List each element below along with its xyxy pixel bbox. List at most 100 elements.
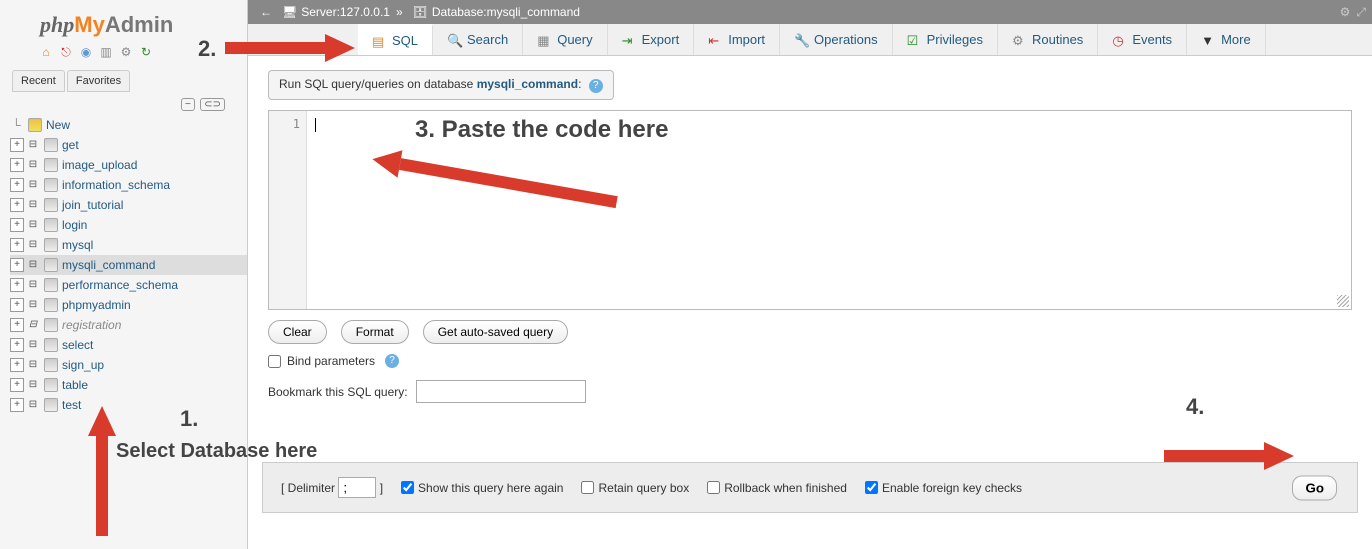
expand-icon[interactable]: ⊟: [26, 218, 40, 232]
db-item-join_tutorial[interactable]: +⊟ join_tutorial: [10, 195, 247, 215]
db-item-login[interactable]: +⊟login: [10, 215, 247, 235]
format-button[interactable]: Format: [341, 320, 409, 344]
expand-icon[interactable]: ⊟: [26, 298, 40, 312]
settings-icon[interactable]: ⚙: [118, 44, 134, 60]
collapse-icon[interactable]: −: [181, 98, 195, 111]
expand-icon[interactable]: +: [10, 238, 24, 252]
expand-icon[interactable]: +: [10, 138, 24, 152]
tab-operations[interactable]: 🔧Operations: [780, 24, 893, 55]
tab-sql[interactable]: ▤SQL: [358, 24, 433, 55]
db-icon: [44, 338, 58, 352]
home-icon[interactable]: ⌂: [38, 44, 54, 60]
go-button[interactable]: Go: [1292, 475, 1337, 500]
link-icon[interactable]: ⊂⊃: [200, 98, 225, 111]
db-item-mysqli_command[interactable]: +⊟mysqli_command: [10, 255, 247, 275]
show-again-checkbox[interactable]: [401, 481, 414, 494]
db-icon: [44, 158, 58, 172]
logout-icon[interactable]: ⎋: [58, 44, 74, 60]
bookmark-input[interactable]: [416, 380, 586, 403]
db-item-table[interactable]: +⊟table: [10, 375, 247, 395]
expand-icon[interactable]: ⊟: [26, 398, 40, 412]
expand-icon[interactable]: +: [10, 398, 24, 412]
db-item-select[interactable]: +⊟select: [10, 335, 247, 355]
tab-query[interactable]: ▦Query: [523, 24, 607, 55]
main: ← 🖥 Server: 127.0.0.1 » 🗄 Database: mysq…: [248, 0, 1372, 549]
tab-events[interactable]: ◷Events: [1098, 24, 1187, 55]
favorites-tab[interactable]: Favorites: [67, 70, 130, 92]
expand-icon[interactable]: ⊟: [26, 238, 40, 252]
bind-checkbox[interactable]: [268, 355, 281, 368]
clear-button[interactable]: Clear: [268, 320, 327, 344]
expand-icon[interactable]: +: [10, 338, 24, 352]
expand-icon[interactable]: +: [10, 158, 24, 172]
tab-privileges[interactable]: ☑Privileges: [893, 24, 998, 55]
db-icon: [44, 218, 58, 232]
line-gutter: 1: [269, 111, 307, 309]
recent-tab[interactable]: Recent: [12, 70, 65, 92]
db-item-get[interactable]: +⊟get: [10, 135, 247, 155]
expand-icon[interactable]: +: [10, 318, 24, 332]
tab-export[interactable]: ⇥Export: [608, 24, 695, 55]
tab-routines[interactable]: ⚙Routines: [998, 24, 1098, 55]
server-name[interactable]: 127.0.0.1: [340, 5, 390, 19]
help-icon[interactable]: ?: [589, 79, 603, 93]
expand-icon[interactable]: +: [10, 278, 24, 292]
runbox-db: mysqli_command: [477, 77, 578, 91]
expand-icon[interactable]: ⊟: [26, 198, 40, 212]
expand-icon[interactable]: +: [10, 178, 24, 192]
db-icon: [44, 358, 58, 372]
db-item-registration[interactable]: +⊟registration: [10, 315, 247, 335]
rollback-option[interactable]: Rollback when finished: [707, 481, 847, 495]
db-item-information_schema[interactable]: +⊟information_schema: [10, 175, 247, 195]
back-button[interactable]: ←: [254, 5, 278, 19]
sql-textarea[interactable]: [307, 111, 1351, 309]
delimiter-input[interactable]: [338, 477, 376, 498]
expand-icon[interactable]: ⊟: [26, 318, 40, 332]
expand-icon[interactable]: ⊟: [26, 278, 40, 292]
expand-icon[interactable]: ⊟: [26, 158, 40, 172]
content: Run SQL query/queries on database mysqli…: [248, 56, 1372, 417]
expand-icon[interactable]: ⊟: [26, 358, 40, 372]
db-item-mysql[interactable]: +⊟mysql: [10, 235, 247, 255]
fk-checkbox[interactable]: [865, 481, 878, 494]
sql-editor[interactable]: 1: [268, 110, 1352, 310]
reload-icon[interactable]: ↻: [138, 44, 154, 60]
expand-icon[interactable]: +: [10, 218, 24, 232]
expand-icon[interactable]: ⊟: [26, 178, 40, 192]
db-label: join_tutorial: [62, 196, 123, 214]
fk-option[interactable]: Enable foreign key checks: [865, 481, 1022, 495]
db-item-test[interactable]: +⊟test: [10, 395, 247, 415]
db-item-performance_schema[interactable]: +⊟performance_schema: [10, 275, 247, 295]
expand-icon[interactable]: ⊟: [26, 338, 40, 352]
docs-icon[interactable]: ◉: [78, 44, 94, 60]
retain-checkbox[interactable]: [581, 481, 594, 494]
show-again-option[interactable]: Show this query here again: [401, 481, 563, 495]
expand-icon[interactable]: +: [10, 198, 24, 212]
tab-import[interactable]: ⇤Import: [694, 24, 780, 55]
expand-icon[interactable]: +: [10, 298, 24, 312]
expand-icon[interactable]: ⊟: [26, 138, 40, 152]
tab-more[interactable]: ▼More: [1187, 24, 1266, 55]
tab-search[interactable]: 🔍Search: [433, 24, 523, 55]
rollback-checkbox[interactable]: [707, 481, 720, 494]
expand-icon[interactable]: +: [10, 358, 24, 372]
resize-handle[interactable]: [1337, 295, 1349, 307]
expand-icon[interactable]: +: [10, 258, 24, 272]
db-item-phpmyadmin[interactable]: +⊟phpmyadmin: [10, 295, 247, 315]
privileges-icon: ☑: [907, 33, 921, 47]
bind-label: Bind parameters: [287, 354, 375, 368]
autosave-button[interactable]: Get auto-saved query: [423, 320, 568, 344]
runbox-prefix: Run SQL query/queries on database: [279, 77, 477, 91]
bc-gear-icon[interactable]: ⚙: [1340, 5, 1351, 20]
bc-expand-icon[interactable]: ⤢: [1356, 5, 1366, 20]
retain-option[interactable]: Retain query box: [581, 481, 689, 495]
help-icon[interactable]: ?: [385, 354, 399, 368]
db-name[interactable]: mysqli_command: [487, 5, 580, 19]
expand-icon[interactable]: +: [10, 378, 24, 392]
db-item-sign_up[interactable]: +⊟sign_up: [10, 355, 247, 375]
expand-icon[interactable]: ⊟: [26, 258, 40, 272]
new-db[interactable]: └ New: [10, 115, 247, 135]
expand-icon[interactable]: ⊟: [26, 378, 40, 392]
db-item-image_upload[interactable]: +⊟image_upload: [10, 155, 247, 175]
nav-icon[interactable]: ▥: [98, 44, 114, 60]
